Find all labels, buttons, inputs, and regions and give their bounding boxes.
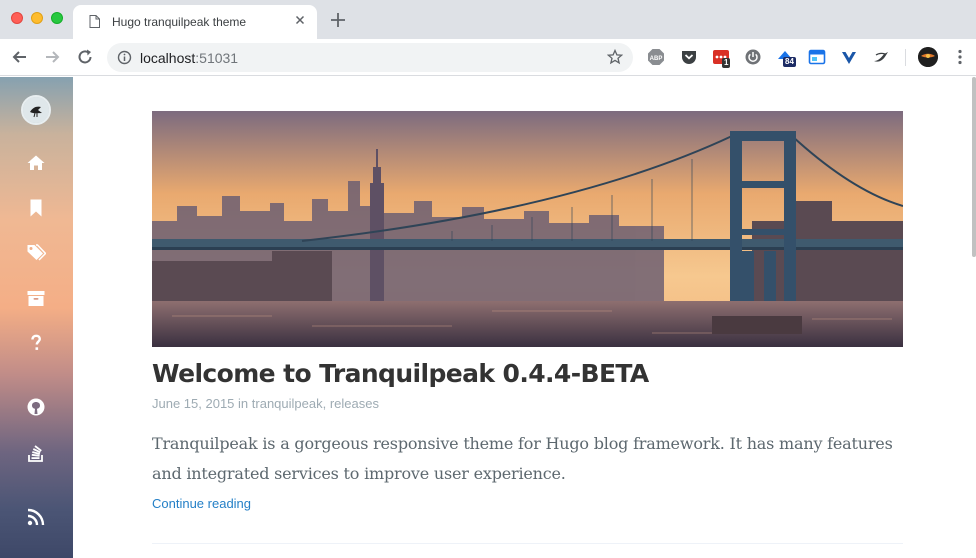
- rss-icon[interactable]: [26, 507, 46, 527]
- question-icon[interactable]: [26, 333, 46, 353]
- star-icon[interactable]: [607, 49, 623, 65]
- bookmark-icon[interactable]: [26, 198, 46, 218]
- power-icon[interactable]: [744, 48, 762, 66]
- adblock-label: ABP: [650, 56, 663, 62]
- arrow-left-icon[interactable]: [10, 47, 30, 67]
- maximize-window-button[interactable]: [51, 12, 63, 24]
- post-thumbnail-image[interactable]: [152, 111, 903, 347]
- profile-avatar[interactable]: [918, 47, 938, 67]
- calendar-ext-icon[interactable]: 1: [712, 48, 731, 68]
- url-host: localhost: [140, 50, 196, 66]
- tab-bar: Hugo tranquilpeak theme: [0, 0, 976, 39]
- page-scrollbar[interactable]: [972, 77, 976, 257]
- stack-overflow-icon[interactable]: [26, 443, 46, 463]
- browser-toolbar: localhost:51031 ABP 1 84: [0, 39, 976, 76]
- github-icon[interactable]: [26, 397, 46, 417]
- tab-title: Hugo tranquilpeak theme: [112, 15, 247, 29]
- author-picture-icon: [23, 97, 49, 123]
- post-meta: June 15, 2015 in tranquilpeak, releases: [152, 396, 379, 411]
- arrow-right-icon[interactable]: [42, 47, 62, 67]
- author-avatar[interactable]: [21, 95, 51, 125]
- home-icon[interactable]: [26, 153, 46, 173]
- tags-icon[interactable]: [26, 243, 46, 263]
- close-icon[interactable]: [293, 13, 307, 27]
- archive-icon[interactable]: [26, 288, 46, 308]
- minimize-window-button[interactable]: [31, 12, 43, 24]
- close-window-button[interactable]: [11, 12, 23, 24]
- info-icon[interactable]: [117, 50, 132, 65]
- calendar-badge: 1: [722, 58, 731, 68]
- adblock-plus-icon[interactable]: ABP: [647, 48, 665, 66]
- page-viewport: Welcome to Tranquilpeak 0.4.4-BETA June …: [0, 77, 976, 558]
- url-text: localhost:51031: [140, 50, 238, 66]
- pocket-icon[interactable]: [680, 48, 698, 66]
- toolbar-separator: [905, 49, 906, 66]
- category-link-tranquilpeak[interactable]: tranquilpeak: [252, 396, 323, 411]
- reload-icon[interactable]: [75, 47, 95, 67]
- blog-sidebar: [0, 77, 73, 558]
- post-title[interactable]: Welcome to Tranquilpeak 0.4.4-BETA: [152, 359, 649, 388]
- plus-icon[interactable]: [328, 10, 348, 30]
- address-bar[interactable]: localhost:51031: [107, 43, 633, 72]
- post-excerpt: Tranquilpeak is a gorgeous responsive th…: [152, 434, 893, 483]
- bird-ext-icon[interactable]: [872, 48, 890, 66]
- main-content: Welcome to Tranquilpeak 0.4.4-BETA June …: [73, 77, 976, 558]
- page-icon: [89, 15, 100, 28]
- window-ext-icon[interactable]: [808, 48, 826, 66]
- city-bridge-picture: [152, 111, 903, 347]
- category-link-releases[interactable]: releases: [330, 396, 379, 411]
- post-in-word: in: [238, 396, 249, 411]
- profile-picture-icon: [918, 47, 938, 67]
- continue-reading-link[interactable]: Continue reading: [152, 496, 251, 511]
- url-port: :51031: [195, 50, 239, 66]
- post-divider: [152, 543, 903, 544]
- cloud-badge: 84: [783, 57, 796, 67]
- vimeo-like-icon[interactable]: [840, 48, 858, 66]
- browser-tab[interactable]: Hugo tranquilpeak theme: [73, 5, 317, 39]
- post-date: June 15, 2015: [152, 396, 235, 411]
- more-vert-icon[interactable]: [957, 49, 963, 65]
- category-separator: ,: [322, 396, 330, 411]
- ext-cloud-icon[interactable]: 84: [776, 48, 796, 67]
